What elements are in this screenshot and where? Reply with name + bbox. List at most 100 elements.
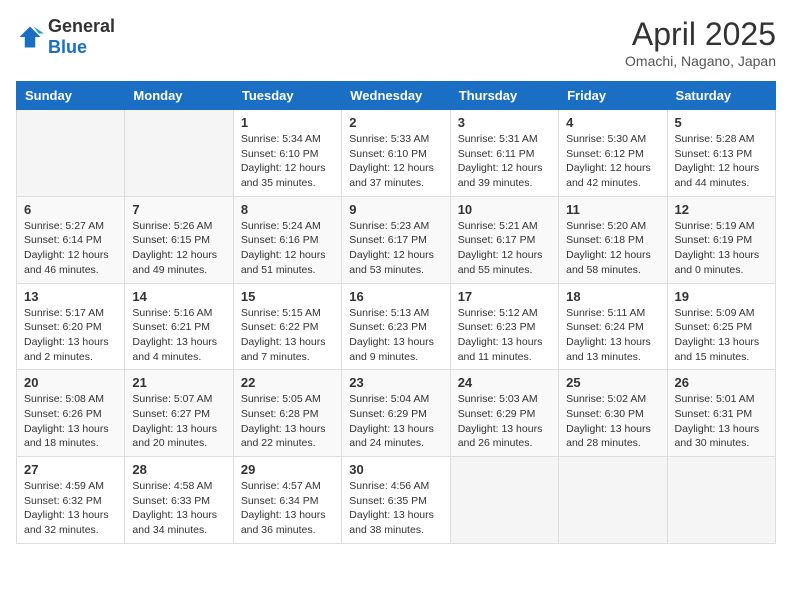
day-number: 25 — [566, 375, 659, 390]
day-info: Sunrise: 5:16 AM Sunset: 6:21 PM Dayligh… — [132, 306, 225, 365]
day-number: 11 — [566, 202, 659, 217]
day-info: Sunrise: 4:59 AM Sunset: 6:32 PM Dayligh… — [24, 479, 117, 538]
day-info: Sunrise: 5:02 AM Sunset: 6:30 PM Dayligh… — [566, 392, 659, 451]
month-title: April 2025 — [625, 16, 776, 53]
day-number: 23 — [349, 375, 442, 390]
calendar-cell: 9 Sunrise: 5:23 AM Sunset: 6:17 PM Daylig… — [342, 196, 450, 283]
week-row-4: 20 Sunrise: 5:08 AM Sunset: 6:26 PM Dayli… — [17, 370, 776, 457]
day-info: Sunrise: 5:09 AM Sunset: 6:25 PM Dayligh… — [675, 306, 768, 365]
calendar-cell: 17Sunrise: 5:12 AM Sunset: 6:23 PM Dayli… — [450, 283, 558, 370]
day-info: Sunrise: 5:03 AM Sunset: 6:29 PM Dayligh… — [458, 392, 551, 451]
calendar-table: SundayMondayTuesdayWednesdayThursdayFrid… — [16, 81, 776, 544]
day-info: Sunrise: 5:21 AM Sunset: 6:17 PM Dayligh… — [458, 219, 551, 278]
calendar-cell: 18 Sunrise: 5:11 AM Sunset: 6:24 PM Dayli… — [559, 283, 667, 370]
day-number: 20 — [24, 375, 117, 390]
day-number: 10 — [458, 202, 551, 217]
day-info: Sunrise: 5:34 AM Sunset: 6:10 PM Dayligh… — [241, 132, 334, 191]
day-number: 9 — [349, 202, 442, 217]
day-number: 16 — [349, 289, 442, 304]
calendar-cell: 27Sunrise: 4:59 AM Sunset: 6:32 PM Dayli… — [17, 457, 125, 544]
logo-icon — [16, 23, 44, 51]
day-number: 7 — [132, 202, 225, 217]
day-info: Sunrise: 5:07 AM Sunset: 6:27 PM Dayligh… — [132, 392, 225, 451]
logo-blue: Blue — [48, 37, 87, 57]
day-number: 6 — [24, 202, 117, 217]
week-row-5: 27Sunrise: 4:59 AM Sunset: 6:32 PM Dayli… — [17, 457, 776, 544]
day-number: 12 — [675, 202, 768, 217]
calendar-cell: 2 Sunrise: 5:33 AM Sunset: 6:10 PM Daylig… — [342, 110, 450, 197]
calendar-cell — [17, 110, 125, 197]
day-info: Sunrise: 5:27 AM Sunset: 6:14 PM Dayligh… — [24, 219, 117, 278]
day-number: 17 — [458, 289, 551, 304]
day-info: Sunrise: 5:19 AM Sunset: 6:19 PM Dayligh… — [675, 219, 768, 278]
day-number: 13 — [24, 289, 117, 304]
day-info: Sunrise: 4:57 AM Sunset: 6:34 PM Dayligh… — [241, 479, 334, 538]
calendar-cell: 28 Sunrise: 4:58 AM Sunset: 6:33 PM Dayli… — [125, 457, 233, 544]
day-number: 8 — [241, 202, 334, 217]
logo-text: General Blue — [48, 16, 115, 58]
day-info: Sunrise: 5:05 AM Sunset: 6:28 PM Dayligh… — [241, 392, 334, 451]
calendar-cell: 20 Sunrise: 5:08 AM Sunset: 6:26 PM Dayli… — [17, 370, 125, 457]
title-area: April 2025 Omachi, Nagano, Japan — [625, 16, 776, 69]
day-info: Sunrise: 5:11 AM Sunset: 6:24 PM Dayligh… — [566, 306, 659, 365]
weekday-header-sunday: Sunday — [17, 82, 125, 110]
calendar-cell: 23 Sunrise: 5:04 AM Sunset: 6:29 PM Dayli… — [342, 370, 450, 457]
calendar-cell: 16Sunrise: 5:13 AM Sunset: 6:23 PM Dayli… — [342, 283, 450, 370]
calendar-cell: 14Sunrise: 5:16 AM Sunset: 6:21 PM Dayli… — [125, 283, 233, 370]
calendar-cell — [667, 457, 775, 544]
day-info: Sunrise: 5:15 AM Sunset: 6:22 PM Dayligh… — [241, 306, 334, 365]
calendar-cell: 29Sunrise: 4:57 AM Sunset: 6:34 PM Dayli… — [233, 457, 341, 544]
day-info: Sunrise: 5:30 AM Sunset: 6:12 PM Dayligh… — [566, 132, 659, 191]
calendar-cell: 1 Sunrise: 5:34 AM Sunset: 6:10 PM Daylig… — [233, 110, 341, 197]
calendar-cell: 13Sunrise: 5:17 AM Sunset: 6:20 PM Dayli… — [17, 283, 125, 370]
calendar-cell: 21 Sunrise: 5:07 AM Sunset: 6:27 PM Dayli… — [125, 370, 233, 457]
weekday-header-monday: Monday — [125, 82, 233, 110]
day-number: 15 — [241, 289, 334, 304]
calendar-cell: 26Sunrise: 5:01 AM Sunset: 6:31 PM Dayli… — [667, 370, 775, 457]
day-number: 21 — [132, 375, 225, 390]
calendar-cell — [125, 110, 233, 197]
week-row-3: 13Sunrise: 5:17 AM Sunset: 6:20 PM Dayli… — [17, 283, 776, 370]
calendar-cell — [450, 457, 558, 544]
calendar-cell: 7Sunrise: 5:26 AM Sunset: 6:15 PM Daylig… — [125, 196, 233, 283]
calendar-cell: 12 Sunrise: 5:19 AM Sunset: 6:19 PM Dayli… — [667, 196, 775, 283]
weekday-header-friday: Friday — [559, 82, 667, 110]
weekday-header-wednesday: Wednesday — [342, 82, 450, 110]
week-row-1: 1 Sunrise: 5:34 AM Sunset: 6:10 PM Daylig… — [17, 110, 776, 197]
day-number: 4 — [566, 115, 659, 130]
day-info: Sunrise: 5:04 AM Sunset: 6:29 PM Dayligh… — [349, 392, 442, 451]
calendar-cell: 5 Sunrise: 5:28 AM Sunset: 6:13 PM Daylig… — [667, 110, 775, 197]
day-info: Sunrise: 5:28 AM Sunset: 6:13 PM Dayligh… — [675, 132, 768, 191]
day-info: Sunrise: 5:01 AM Sunset: 6:31 PM Dayligh… — [675, 392, 768, 451]
weekday-header-saturday: Saturday — [667, 82, 775, 110]
calendar-cell: 30Sunrise: 4:56 AM Sunset: 6:35 PM Dayli… — [342, 457, 450, 544]
day-number: 19 — [675, 289, 768, 304]
week-row-2: 6 Sunrise: 5:27 AM Sunset: 6:14 PM Daylig… — [17, 196, 776, 283]
day-number: 28 — [132, 462, 225, 477]
calendar-cell: 11Sunrise: 5:20 AM Sunset: 6:18 PM Dayli… — [559, 196, 667, 283]
day-number: 1 — [241, 115, 334, 130]
calendar-cell: 8 Sunrise: 5:24 AM Sunset: 6:16 PM Daylig… — [233, 196, 341, 283]
weekday-header-tuesday: Tuesday — [233, 82, 341, 110]
day-number: 18 — [566, 289, 659, 304]
day-info: Sunrise: 5:23 AM Sunset: 6:17 PM Dayligh… — [349, 219, 442, 278]
calendar-cell — [559, 457, 667, 544]
calendar-cell: 6 Sunrise: 5:27 AM Sunset: 6:14 PM Daylig… — [17, 196, 125, 283]
weekday-header-row: SundayMondayTuesdayWednesdayThursdayFrid… — [17, 82, 776, 110]
day-info: Sunrise: 5:33 AM Sunset: 6:10 PM Dayligh… — [349, 132, 442, 191]
day-number: 5 — [675, 115, 768, 130]
calendar-cell: 25 Sunrise: 5:02 AM Sunset: 6:30 PM Dayli… — [559, 370, 667, 457]
day-number: 2 — [349, 115, 442, 130]
calendar-cell: 15 Sunrise: 5:15 AM Sunset: 6:22 PM Dayli… — [233, 283, 341, 370]
day-info: Sunrise: 4:58 AM Sunset: 6:33 PM Dayligh… — [132, 479, 225, 538]
day-info: Sunrise: 5:08 AM Sunset: 6:26 PM Dayligh… — [24, 392, 117, 451]
day-number: 24 — [458, 375, 551, 390]
day-info: Sunrise: 5:24 AM Sunset: 6:16 PM Dayligh… — [241, 219, 334, 278]
day-number: 30 — [349, 462, 442, 477]
location-subtitle: Omachi, Nagano, Japan — [625, 53, 776, 69]
weekday-header-thursday: Thursday — [450, 82, 558, 110]
day-number: 3 — [458, 115, 551, 130]
day-info: Sunrise: 5:31 AM Sunset: 6:11 PM Dayligh… — [458, 132, 551, 191]
logo-general: General — [48, 16, 115, 36]
calendar-cell: 3 Sunrise: 5:31 AM Sunset: 6:11 PM Daylig… — [450, 110, 558, 197]
